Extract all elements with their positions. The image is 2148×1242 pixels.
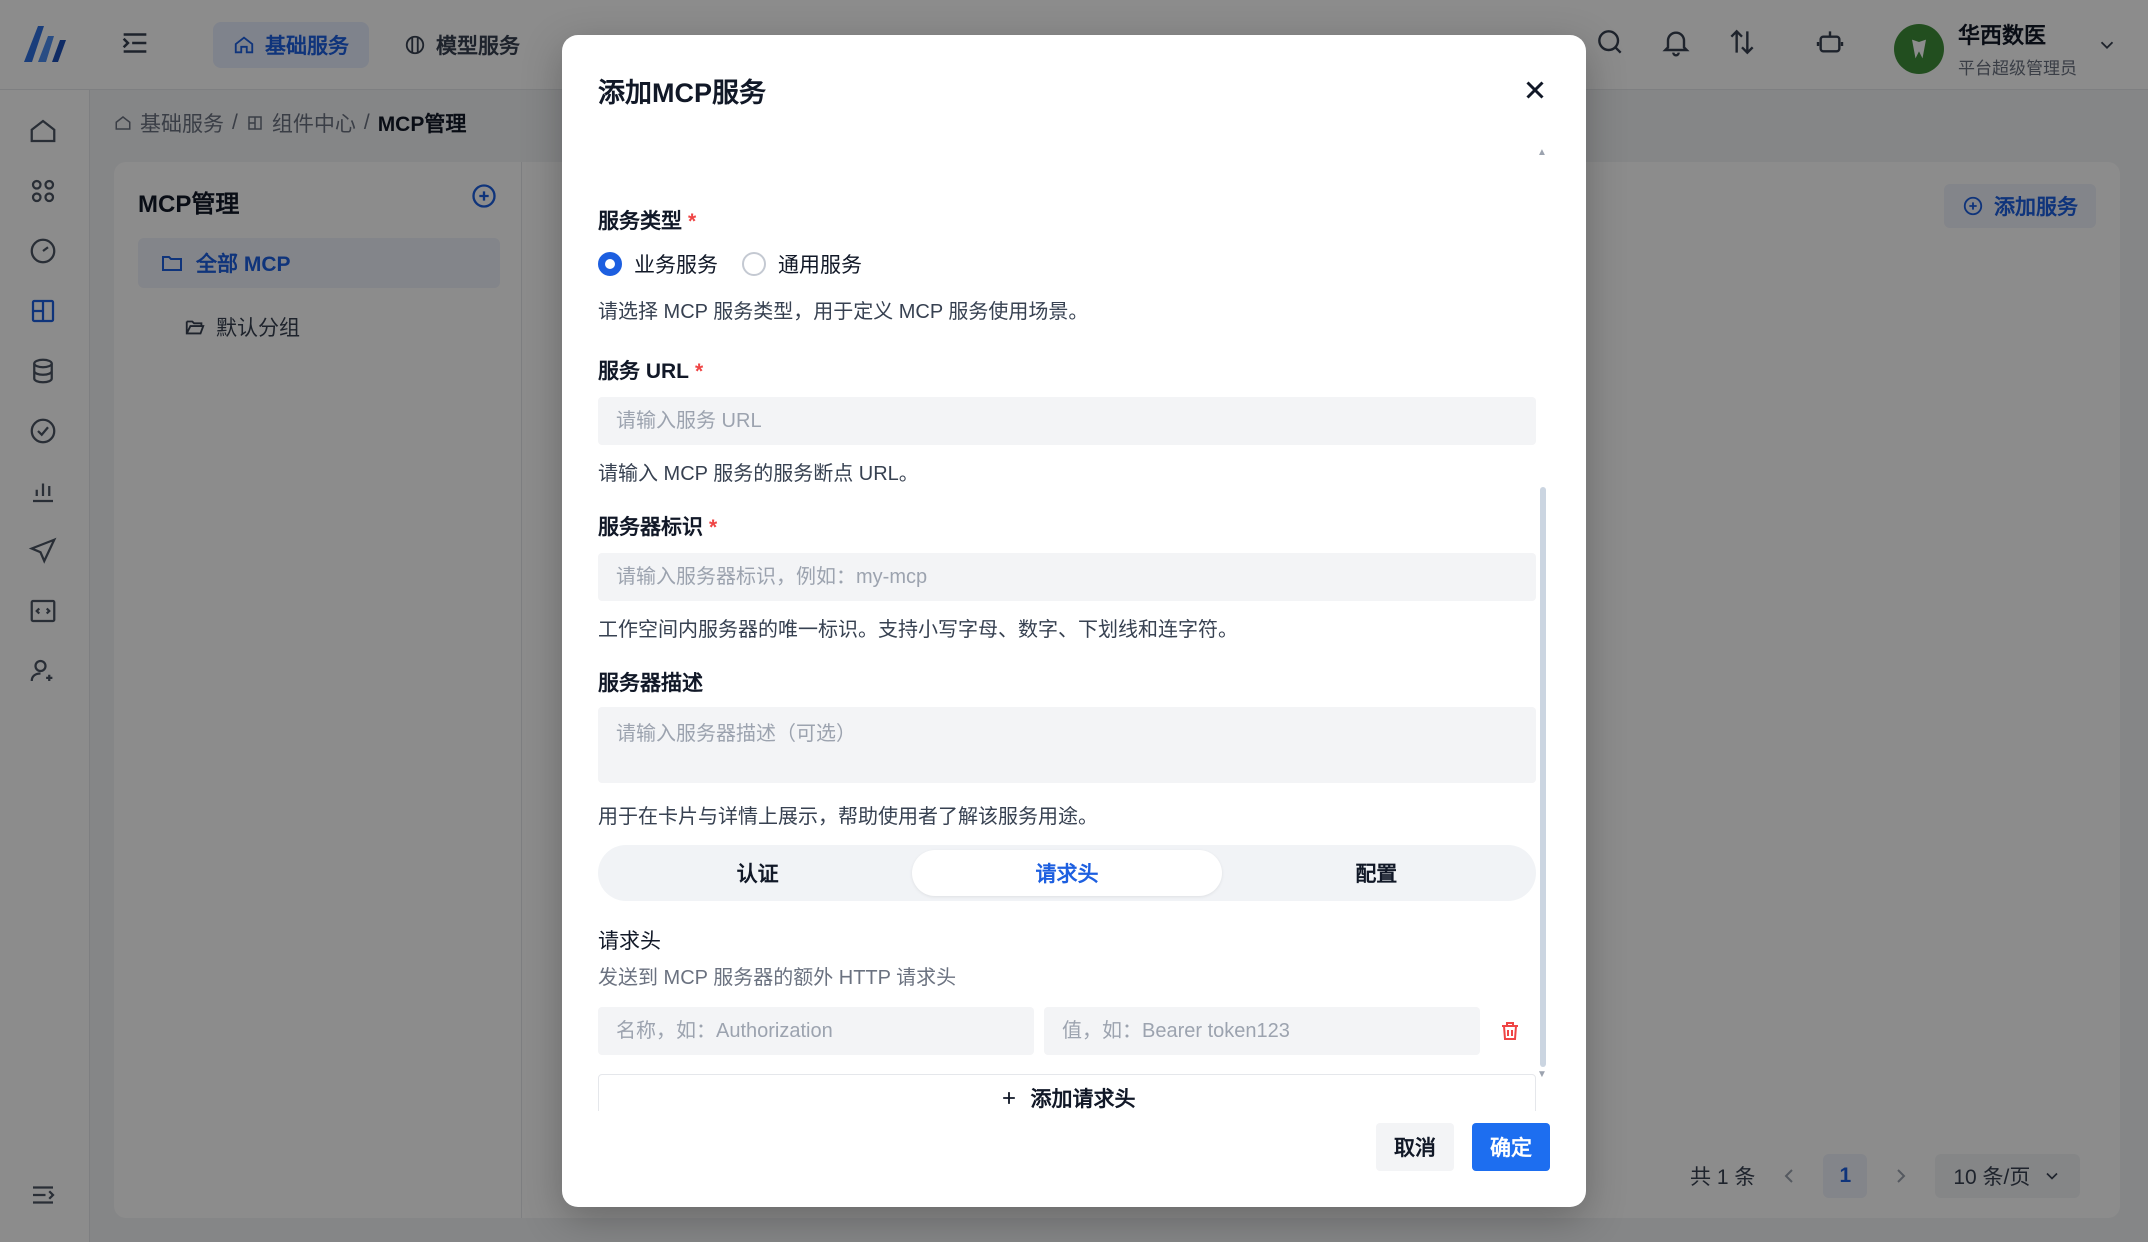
confirm-button[interactable]: 确定 (1472, 1123, 1550, 1171)
field-label: 服务器标识 * (598, 516, 718, 539)
field-help: 工作空间内服务器的唯一标识。支持小写字母、数字、下划线和连字符。 (598, 619, 1238, 641)
radio-label: 通用服务 (778, 254, 862, 277)
service-url-field: 服务 URL* 请输入 MCP 服务的服务断点 URL。 (598, 355, 1536, 486)
scroll-thumb[interactable] (1540, 487, 1546, 1067)
plus-icon (1002, 1092, 1015, 1104)
server-desc-textarea[interactable] (598, 707, 1536, 783)
server-id-input[interactable] (598, 553, 1536, 601)
scroll-up-arrow[interactable]: ▲ (1537, 147, 1547, 158)
tab-auth[interactable]: 认证 (603, 850, 912, 896)
add-header-label: 添加请求头 (1030, 1088, 1136, 1111)
tab-headers[interactable]: 请求头 (912, 850, 1222, 896)
dialog-title: 添加MCP服务 (598, 78, 766, 108)
field-help: 用于在卡片与详情上展示，帮助使用者了解该服务用途。 (598, 806, 1098, 828)
header-name-input[interactable] (598, 1007, 1034, 1055)
field-label: 服务 URL * (598, 360, 704, 383)
radio-checked (598, 252, 622, 276)
radio-business-service[interactable]: 业务服务 (598, 249, 718, 279)
radio-general-service[interactable]: 通用服务 (742, 249, 862, 279)
scroll-down-arrow[interactable]: ▼ (1537, 1069, 1547, 1080)
dialog-body: 服务类型 * 业务服务 通用服务 请选择 MCP 服务类型，用于定义 MCP 服务… (598, 145, 1538, 1111)
headers-section-desc: 发送到 MCP 服务器的额外 HTTP 请求头 (598, 967, 957, 989)
tab-config[interactable]: 配置 (1222, 850, 1531, 896)
field-help: 请选择 MCP 服务类型，用于定义 MCP 服务使用场景。 (598, 301, 1089, 323)
service-type-field: 服务类型 * 业务服务 通用服务 请选择 MCP 服务类型，用于定义 MCP 服务… (598, 205, 1536, 324)
field-label: 服务类型 * (598, 210, 697, 233)
close-icon[interactable] (1520, 75, 1550, 105)
field-label: 服务器描述 (598, 672, 703, 695)
cancel-button[interactable]: 取消 (1376, 1123, 1454, 1171)
radio-label: 业务服务 (634, 254, 718, 277)
header-value-input[interactable] (1044, 1007, 1480, 1055)
add-mcp-service-dialog: 添加MCP服务 服务类型 * 业务服务 通用服务 请选择 MCP 服务类型，用于定… (562, 35, 1586, 1207)
header-row (598, 1007, 1536, 1055)
config-tabs: 认证 请求头 配置 (598, 845, 1536, 901)
headers-section-title: 请求头 (598, 930, 661, 953)
service-url-input[interactable] (598, 397, 1536, 445)
trash-icon[interactable] (1498, 1019, 1522, 1043)
radio-unchecked (742, 252, 766, 276)
server-desc-field: 服务器描述 用于在卡片与详情上展示，帮助使用者了解该服务用途。 (598, 667, 1536, 829)
server-id-field: 服务器标识* 工作空间内服务器的唯一标识。支持小写字母、数字、下划线和连字符。 (598, 511, 1536, 642)
field-help: 请输入 MCP 服务的服务断点 URL。 (598, 463, 919, 485)
add-header-button[interactable]: 添加请求头 (598, 1074, 1536, 1111)
